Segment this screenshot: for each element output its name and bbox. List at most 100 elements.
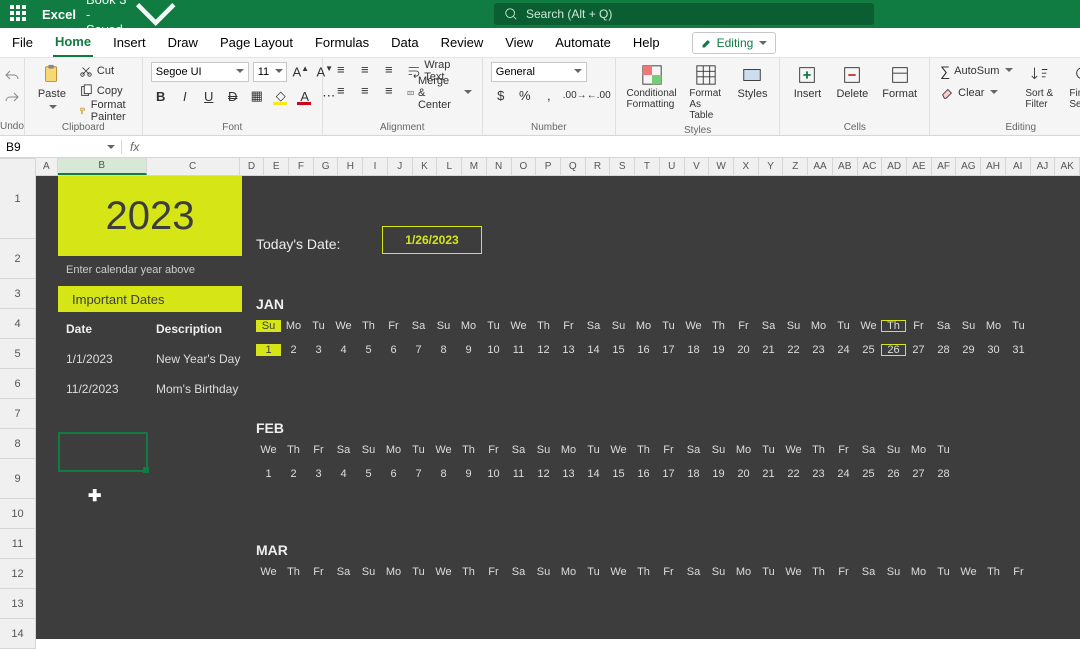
day-cell[interactable]: 7 bbox=[406, 344, 431, 356]
day-cell[interactable]: 21 bbox=[756, 468, 781, 480]
col-header-Z[interactable]: Z bbox=[783, 158, 808, 175]
day-cell[interactable]: 26 bbox=[881, 344, 906, 356]
row-header-9[interactable]: 9 bbox=[0, 459, 35, 499]
col-header-AF[interactable]: AF bbox=[932, 158, 957, 175]
comma-button[interactable]: , bbox=[539, 88, 559, 103]
col-header-AB[interactable]: AB bbox=[833, 158, 858, 175]
day-cell[interactable]: 20 bbox=[731, 344, 756, 356]
day-cell[interactable]: 3 bbox=[306, 344, 331, 356]
col-header-U[interactable]: U bbox=[660, 158, 685, 175]
day-cell[interactable]: 2 bbox=[281, 344, 306, 356]
font-name-select[interactable]: Segoe UI bbox=[151, 62, 249, 82]
day-cell[interactable]: 27 bbox=[906, 344, 931, 356]
format-as-table-button[interactable]: Format As Table bbox=[685, 62, 727, 123]
day-cell[interactable]: 22 bbox=[781, 468, 806, 480]
underline-button[interactable]: U bbox=[199, 89, 219, 104]
day-cell[interactable]: 25 bbox=[856, 468, 881, 480]
row-header-2[interactable]: 2 bbox=[0, 239, 35, 279]
col-header-AI[interactable]: AI bbox=[1006, 158, 1031, 175]
day-cell[interactable]: 28 bbox=[931, 468, 956, 480]
copy-button[interactable]: Copy bbox=[77, 82, 134, 100]
day-cell[interactable]: 13 bbox=[556, 468, 581, 480]
col-header-J[interactable]: J bbox=[388, 158, 413, 175]
tab-data[interactable]: Data bbox=[389, 29, 420, 56]
day-cell[interactable]: 11 bbox=[506, 344, 531, 356]
day-cell[interactable]: 9 bbox=[456, 344, 481, 356]
col-header-AG[interactable]: AG bbox=[956, 158, 981, 175]
align-right-button[interactable]: ≡ bbox=[379, 83, 399, 98]
day-cell[interactable]: 8 bbox=[431, 468, 456, 480]
tab-automate[interactable]: Automate bbox=[553, 29, 613, 56]
day-cell[interactable]: 10 bbox=[481, 468, 506, 480]
event-desc[interactable]: New Year's Day bbox=[156, 352, 240, 366]
day-cell[interactable]: 6 bbox=[381, 344, 406, 356]
col-header-G[interactable]: G bbox=[314, 158, 339, 175]
fx-icon[interactable]: fx bbox=[122, 140, 147, 154]
align-left-button[interactable]: ≡ bbox=[331, 83, 351, 98]
day-cell[interactable]: 18 bbox=[681, 344, 706, 356]
day-cell[interactable]: 25 bbox=[856, 344, 881, 356]
align-top-button[interactable]: ≡ bbox=[331, 62, 351, 77]
col-header-M[interactable]: M bbox=[462, 158, 487, 175]
day-cell[interactable]: 24 bbox=[831, 468, 856, 480]
day-cell[interactable]: 24 bbox=[831, 344, 856, 356]
day-cell[interactable]: 5 bbox=[356, 344, 381, 356]
day-cell[interactable]: 16 bbox=[631, 344, 656, 356]
row-header-12[interactable]: 12 bbox=[0, 559, 35, 589]
tab-file[interactable]: File bbox=[10, 29, 35, 56]
find-select-button[interactable]: Find & Select bbox=[1065, 62, 1080, 112]
col-header-Q[interactable]: Q bbox=[561, 158, 586, 175]
col-header-I[interactable]: I bbox=[363, 158, 388, 175]
align-bottom-button[interactable]: ≡ bbox=[379, 62, 399, 77]
col-header-AD[interactable]: AD bbox=[882, 158, 907, 175]
row-header-13[interactable]: 13 bbox=[0, 589, 35, 619]
day-cell[interactable]: 10 bbox=[481, 344, 506, 356]
increase-font-button[interactable]: A▲ bbox=[291, 64, 311, 79]
col-header-F[interactable]: F bbox=[289, 158, 314, 175]
col-header-V[interactable]: V bbox=[685, 158, 710, 175]
align-middle-button[interactable]: ≡ bbox=[355, 62, 375, 77]
border-button[interactable]: ▦ bbox=[247, 88, 267, 104]
font-size-select[interactable]: 11 bbox=[253, 62, 287, 82]
tab-view[interactable]: View bbox=[503, 29, 535, 56]
col-header-W[interactable]: W bbox=[709, 158, 734, 175]
day-cell[interactable]: 12 bbox=[531, 468, 556, 480]
col-header-X[interactable]: X bbox=[734, 158, 759, 175]
paste-button[interactable]: Paste bbox=[33, 62, 71, 116]
col-header-O[interactable]: O bbox=[512, 158, 537, 175]
day-cell[interactable]: 1 bbox=[256, 344, 281, 356]
day-cell[interactable]: 27 bbox=[906, 468, 931, 480]
day-cell[interactable]: 2 bbox=[281, 468, 306, 480]
col-header-AA[interactable]: AA bbox=[808, 158, 833, 175]
row-header-7[interactable]: 7 bbox=[0, 399, 35, 429]
col-header-AJ[interactable]: AJ bbox=[1031, 158, 1056, 175]
insert-cells-button[interactable]: Insert bbox=[788, 62, 826, 102]
day-cell[interactable]: 19 bbox=[706, 468, 731, 480]
tab-review[interactable]: Review bbox=[439, 29, 486, 56]
year-cell[interactable]: 2023 bbox=[58, 176, 242, 256]
row-header-3[interactable]: 3 bbox=[0, 279, 35, 309]
day-cell[interactable]: 7 bbox=[406, 468, 431, 480]
event-desc[interactable]: Mom's Birthday bbox=[156, 382, 238, 396]
col-header-A[interactable]: A bbox=[36, 158, 58, 175]
row-header-1[interactable]: 1 bbox=[0, 159, 35, 239]
sheet-content[interactable]: 2023 Enter calendar year above Important… bbox=[36, 176, 1080, 639]
row-header-10[interactable]: 10 bbox=[0, 499, 35, 529]
col-header-L[interactable]: L bbox=[437, 158, 462, 175]
editing-mode-button[interactable]: Editing bbox=[692, 32, 777, 54]
col-header-B[interactable]: B bbox=[58, 158, 147, 175]
day-cell[interactable]: 28 bbox=[931, 344, 956, 356]
day-cell[interactable]: 13 bbox=[556, 344, 581, 356]
day-cell[interactable]: 16 bbox=[631, 468, 656, 480]
day-cell[interactable]: 5 bbox=[356, 468, 381, 480]
col-header-T[interactable]: T bbox=[635, 158, 660, 175]
day-cell[interactable]: 29 bbox=[956, 344, 981, 356]
cell-styles-button[interactable]: Styles bbox=[733, 62, 771, 102]
day-cell[interactable]: 18 bbox=[681, 468, 706, 480]
day-cell[interactable]: 4 bbox=[331, 468, 356, 480]
event-date[interactable]: 11/2/2023 bbox=[66, 382, 119, 396]
redo-icon[interactable] bbox=[4, 90, 20, 106]
increase-decimal-button[interactable]: .00→ bbox=[563, 90, 583, 101]
row-header-11[interactable]: 11 bbox=[0, 529, 35, 559]
col-header-AK[interactable]: AK bbox=[1055, 158, 1080, 175]
